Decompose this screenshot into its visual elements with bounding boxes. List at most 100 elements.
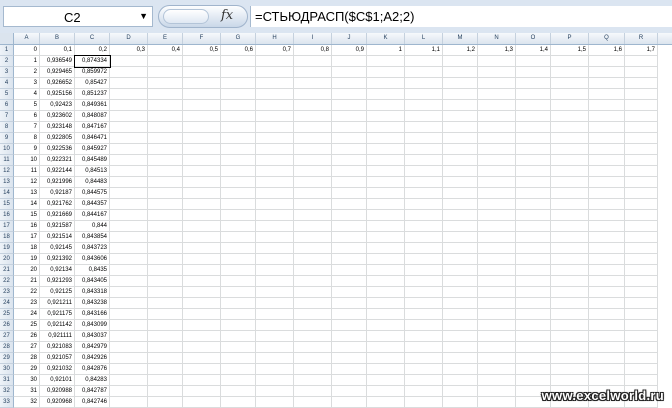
cell-o25[interactable] <box>516 309 551 320</box>
cell-d32[interactable] <box>110 386 148 397</box>
cell-o23[interactable] <box>516 287 551 298</box>
cell-j24[interactable] <box>332 298 367 309</box>
cell-c4[interactable]: 0,85427 <box>75 78 110 89</box>
cell-h1[interactable]: 0,7 <box>256 45 294 56</box>
cell-r12[interactable] <box>625 166 658 177</box>
cell-k33[interactable] <box>367 397 405 408</box>
cell-b21[interactable]: 0,92134 <box>40 265 75 276</box>
row-header[interactable]: 6 <box>0 100 14 111</box>
cell-o31[interactable] <box>516 375 551 386</box>
cell-n2[interactable] <box>478 56 516 67</box>
cell-r3[interactable] <box>625 67 658 78</box>
cell-j20[interactable] <box>332 254 367 265</box>
cell-b4[interactable]: 0,926652 <box>40 78 75 89</box>
cell-c28[interactable]: 0,842979 <box>75 342 110 353</box>
cell-g8[interactable] <box>221 122 256 133</box>
cell-o17[interactable] <box>516 221 551 232</box>
cell-b24[interactable]: 0,921211 <box>40 298 75 309</box>
cell-r6[interactable] <box>625 100 658 111</box>
cell-d16[interactable] <box>110 210 148 221</box>
cell-d20[interactable] <box>110 254 148 265</box>
cell-q25[interactable] <box>589 309 625 320</box>
cell-k4[interactable] <box>367 78 405 89</box>
cell-h27[interactable] <box>256 331 294 342</box>
cell-e6[interactable] <box>148 100 183 111</box>
row-header[interactable]: 22 <box>0 276 14 287</box>
cell-r5[interactable] <box>625 89 658 100</box>
name-box[interactable]: C2 ▼ <box>3 6 153 27</box>
cell-d12[interactable] <box>110 166 148 177</box>
cell-l24[interactable] <box>405 298 443 309</box>
cell-f32[interactable] <box>183 386 221 397</box>
cell-m26[interactable] <box>443 320 478 331</box>
cell-m10[interactable] <box>443 144 478 155</box>
cell-m30[interactable] <box>443 364 478 375</box>
cell-h26[interactable] <box>256 320 294 331</box>
cell-p29[interactable] <box>551 353 589 364</box>
cell-e22[interactable] <box>148 276 183 287</box>
cell-i3[interactable] <box>294 67 332 78</box>
cell-k7[interactable] <box>367 111 405 122</box>
cell-b29[interactable]: 0,921057 <box>40 353 75 364</box>
cell-j3[interactable] <box>332 67 367 78</box>
column-header-r[interactable]: R <box>625 33 658 44</box>
cell-q6[interactable] <box>589 100 625 111</box>
cell-f24[interactable] <box>183 298 221 309</box>
cell-a2[interactable]: 1 <box>14 56 40 67</box>
cell-c3[interactable]: 0,859972 <box>75 67 110 78</box>
cell-b23[interactable]: 0,92125 <box>40 287 75 298</box>
cell-e31[interactable] <box>148 375 183 386</box>
cell-j28[interactable] <box>332 342 367 353</box>
cell-p4[interactable] <box>551 78 589 89</box>
cell-b15[interactable]: 0,921762 <box>40 199 75 210</box>
cell-p16[interactable] <box>551 210 589 221</box>
cell-i26[interactable] <box>294 320 332 331</box>
cell-g4[interactable] <box>221 78 256 89</box>
row-header[interactable]: 7 <box>0 111 14 122</box>
cell-b31[interactable]: 0,92101 <box>40 375 75 386</box>
cell-d13[interactable] <box>110 177 148 188</box>
cell-k26[interactable] <box>367 320 405 331</box>
cell-q27[interactable] <box>589 331 625 342</box>
cell-d1[interactable]: 0,3 <box>110 45 148 56</box>
row-header[interactable]: 23 <box>0 287 14 298</box>
cell-n32[interactable] <box>478 386 516 397</box>
cell-g33[interactable] <box>221 397 256 408</box>
cell-f12[interactable] <box>183 166 221 177</box>
cell-d29[interactable] <box>110 353 148 364</box>
cell-h30[interactable] <box>256 364 294 375</box>
cell-m5[interactable] <box>443 89 478 100</box>
cell-j10[interactable] <box>332 144 367 155</box>
cell-i1[interactable]: 0,8 <box>294 45 332 56</box>
cell-c19[interactable]: 0,843723 <box>75 243 110 254</box>
cell-p26[interactable] <box>551 320 589 331</box>
cell-m11[interactable] <box>443 155 478 166</box>
cell-m9[interactable] <box>443 133 478 144</box>
cell-h28[interactable] <box>256 342 294 353</box>
cell-k22[interactable] <box>367 276 405 287</box>
cell-a14[interactable]: 13 <box>14 188 40 199</box>
cell-a20[interactable]: 19 <box>14 254 40 265</box>
cell-r21[interactable] <box>625 265 658 276</box>
cell-r13[interactable] <box>625 177 658 188</box>
cell-f11[interactable] <box>183 155 221 166</box>
cell-a6[interactable]: 5 <box>14 100 40 111</box>
cell-l30[interactable] <box>405 364 443 375</box>
cell-i10[interactable] <box>294 144 332 155</box>
cell-e27[interactable] <box>148 331 183 342</box>
cell-i16[interactable] <box>294 210 332 221</box>
cell-o10[interactable] <box>516 144 551 155</box>
cell-e10[interactable] <box>148 144 183 155</box>
cell-p15[interactable] <box>551 199 589 210</box>
cell-l28[interactable] <box>405 342 443 353</box>
cell-g10[interactable] <box>221 144 256 155</box>
cell-r31[interactable] <box>625 375 658 386</box>
cell-h16[interactable] <box>256 210 294 221</box>
cell-p23[interactable] <box>551 287 589 298</box>
row-header[interactable]: 12 <box>0 166 14 177</box>
cell-p18[interactable] <box>551 232 589 243</box>
chevron-down-icon[interactable]: ▼ <box>139 11 148 21</box>
cell-k23[interactable] <box>367 287 405 298</box>
cell-k12[interactable] <box>367 166 405 177</box>
cell-e23[interactable] <box>148 287 183 298</box>
